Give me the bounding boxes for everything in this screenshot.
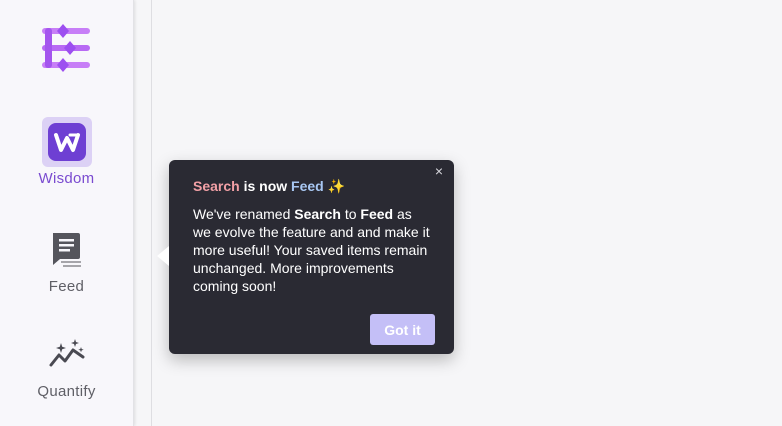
feed-document-icon bbox=[42, 225, 92, 275]
sidebar-item-wisdom[interactable]: Wisdom bbox=[0, 117, 133, 187]
wisdom-w-icon bbox=[41, 117, 92, 167]
sidebar-item-label: Wisdom bbox=[38, 170, 95, 187]
body-text: We've renamed bbox=[193, 206, 295, 222]
body-bold-feed: Feed bbox=[360, 206, 394, 222]
popover-body: We've renamed Search to Feed as we evolv… bbox=[193, 205, 430, 295]
feature-announcement-popover: × Search is now Feed ✨ We've renamed Sea… bbox=[157, 160, 454, 354]
body-bold-search: Search bbox=[294, 206, 341, 222]
close-icon[interactable]: × bbox=[432, 164, 446, 178]
hub-logo-icon[interactable] bbox=[38, 20, 94, 76]
sidebar: Wisdom Feed Quantify bbox=[0, 0, 134, 426]
quantify-chart-sparkle-icon bbox=[42, 330, 92, 380]
popover-arrow bbox=[157, 246, 169, 266]
sidebar-item-label: Feed bbox=[48, 278, 85, 295]
sidebar-item-quantify[interactable]: Quantify bbox=[0, 330, 133, 400]
title-search-word: Search bbox=[193, 178, 240, 194]
body-text: to bbox=[340, 206, 361, 222]
sparkles-icon: ✨ bbox=[327, 178, 346, 194]
popover-title: Search is now Feed ✨ bbox=[193, 177, 430, 195]
got-it-button[interactable]: Got it bbox=[370, 314, 435, 345]
title-feed-word: Feed bbox=[291, 178, 324, 194]
title-connector: is now bbox=[239, 178, 292, 194]
sidebar-item-feed[interactable]: Feed bbox=[0, 225, 133, 295]
app-window: Wisdom Feed Quantify × Search is now Fee… bbox=[0, 0, 782, 426]
sidebar-item-label: Quantify bbox=[37, 383, 96, 400]
